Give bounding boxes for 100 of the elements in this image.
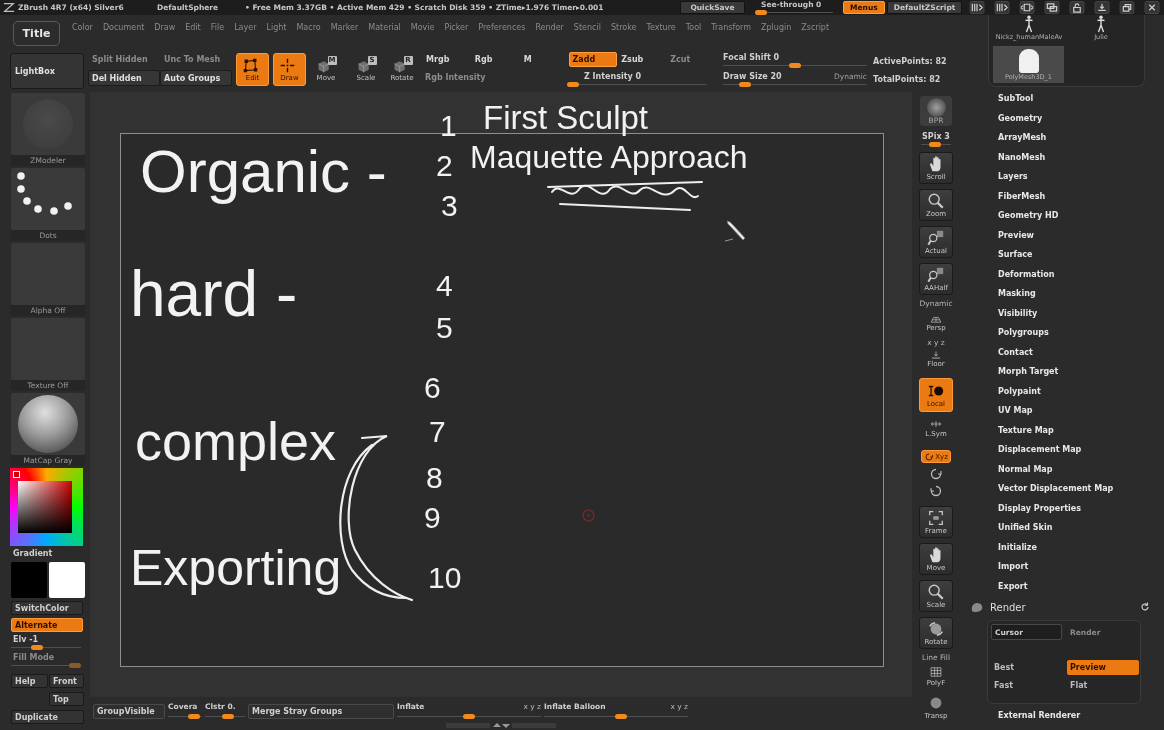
menu-item[interactable]: Movie [410,23,435,33]
tray-toggle-icon[interactable] [446,722,556,729]
menu-item[interactable]: Macro [296,23,321,33]
slider-thumb[interactable] [31,645,43,650]
palette-item[interactable]: FiberMesh [998,186,1164,206]
slider-thumb[interactable] [929,142,941,147]
reset-icon[interactable] [1140,602,1150,612]
palette-item[interactable]: Export [998,576,1164,596]
coverage-slider[interactable] [168,714,202,719]
palette-item[interactable]: SubTool [998,89,1164,109]
palette-title[interactable]: Render [990,601,1026,613]
menu-item[interactable]: Zscript [801,23,830,33]
render-mode[interactable]: Preview [1067,660,1139,675]
slider-thumb[interactable] [755,10,767,15]
menu-item[interactable]: Light [266,23,287,33]
palette-item[interactable]: Visibility [998,303,1164,323]
menu-item[interactable]: Preferences [478,23,526,33]
palette-item[interactable]: Contact [998,342,1164,362]
menu-item[interactable]: Material [368,23,401,33]
geometry-button[interactable]: Del Hidden [88,70,160,86]
slider-thumb[interactable] [789,63,801,68]
view-button[interactable]: Help [11,674,48,688]
palette-item[interactable]: Geometry HD [998,206,1164,226]
restore-icon[interactable] [1119,1,1135,14]
palette-item[interactable]: Polypaint [998,381,1164,401]
menu-item[interactable]: Marker [330,23,359,33]
panel-toggle-icon[interactable] [994,1,1010,14]
color-swatch[interactable] [49,562,85,598]
channel-button[interactable]: Zadd [569,52,618,67]
menu-item[interactable]: File [210,23,225,33]
palette-item[interactable]: Surface [998,245,1164,265]
palette-item[interactable]: Vector Displacement Map [998,479,1164,499]
palette-item[interactable]: Deformation [998,264,1164,284]
menu-item[interactable]: Edit [185,23,201,33]
render-mode[interactable]: Best [991,660,1063,675]
view-button[interactable]: Top [49,692,84,706]
lock-icon[interactable] [1069,1,1085,14]
geometry-button[interactable]: Auto Groups [160,70,232,86]
z-intensity-slider[interactable] [567,82,707,87]
palette-item[interactable]: NanoMesh [998,147,1164,167]
switch-color-button[interactable]: SwitchColor [11,601,83,615]
menu-item[interactable]: Draw [154,23,176,33]
menu-item[interactable]: Document [102,23,145,33]
palette-item[interactable]: ArrayMesh [998,128,1164,148]
menu-item[interactable]: Stroke [610,23,637,33]
alternate-button[interactable]: Alternate [11,618,83,632]
slider-thumb[interactable] [222,714,234,719]
slider-thumb[interactable] [188,714,200,719]
panel-slider[interactable] [11,663,81,668]
view-button[interactable]: Duplicate [11,710,84,724]
menu-item[interactable]: Render [535,23,564,33]
layout-icon[interactable] [1044,1,1060,14]
palette-item[interactable]: Preview [998,225,1164,245]
menu-item[interactable]: Layer [234,23,257,33]
palette-item[interactable]: Normal Map [998,459,1164,479]
slider-thumb[interactable] [615,714,627,719]
close-icon[interactable] [1144,1,1160,14]
palette-item[interactable]: Displacement Map [998,440,1164,460]
slider-thumb[interactable] [567,82,579,87]
menu-item[interactable]: Stencil [573,23,601,33]
palette-item[interactable]: Masking [998,284,1164,304]
view-button[interactable]: Front [49,674,84,688]
palette-item[interactable]: External Renderer [960,706,1164,726]
rotate-axis-icon[interactable] [930,468,942,480]
menu-item[interactable]: Color [72,23,93,33]
menu-item[interactable]: Transform [711,23,752,33]
layout-switch-icon[interactable] [1019,1,1035,14]
palette-item[interactable]: Morph Target [998,362,1164,382]
palette-item[interactable]: Polygroups [998,323,1164,343]
color-picker[interactable] [10,468,83,546]
menu-item[interactable]: Tool [685,23,702,33]
cluster-slider[interactable] [205,714,245,719]
palette-item[interactable]: Unified Skin [998,518,1164,538]
channel-button[interactable]: M [520,52,569,67]
slider-thumb[interactable] [463,714,475,719]
menu-item[interactable]: Picker [444,23,469,33]
palette-item[interactable]: Import [998,557,1164,577]
group-visible-button[interactable]: GroupVisible [93,704,165,719]
render-mode[interactable]: Fast [991,678,1063,693]
inflate-slider[interactable] [397,714,541,719]
menu-item[interactable]: Zplugin [761,23,792,33]
color-swatch[interactable] [11,562,47,598]
rotate-axis-icon[interactable] [930,485,942,497]
merge-stray-groups-button[interactable]: Merge Stray Groups [248,704,394,719]
channel-button[interactable]: Rgb [471,52,520,67]
panel-toggle-icon[interactable] [969,1,985,14]
channel-button[interactable]: Mrgb [423,52,471,67]
channel-button[interactable]: Zsub [618,52,667,67]
render-mode[interactable]: Flat [1067,678,1139,693]
palette-item[interactable]: Layers [998,167,1164,187]
palette-item[interactable]: Initialize [998,537,1164,557]
slider-thumb[interactable] [739,82,751,87]
palette-item[interactable]: Texture Map [998,420,1164,440]
lightbox-button[interactable]: LightBox [10,53,84,89]
palette-item[interactable]: UV Map [998,401,1164,421]
minimize-icon[interactable] [1094,1,1110,14]
palette-item[interactable]: Geometry [998,108,1164,128]
palette-item[interactable]: Display Properties [998,498,1164,518]
see-through-slider[interactable] [755,10,833,15]
menu-item[interactable]: Texture [646,23,676,33]
